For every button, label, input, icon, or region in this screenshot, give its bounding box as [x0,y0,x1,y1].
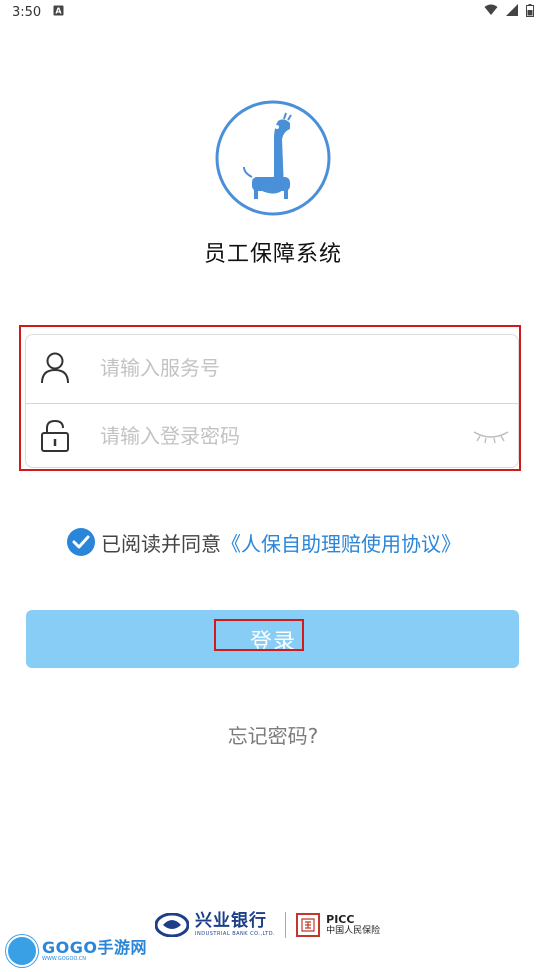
industrial-bank-name: 兴业银行 INDUSTRIAL BANK CO.,LTD. [195,913,275,937]
status-right [484,3,534,21]
watermark: GOGO手游网 WWW.GOGOO.CN [6,934,147,968]
username-field [26,335,518,401]
svg-text:A: A [56,6,63,15]
footer-logos: 兴业银行 INDUSTRIAL BANK CO.,LTD. PICC 中国人民保… [154,908,380,942]
giraffe-logo-icon [214,99,332,217]
agreement-text: 已阅读并同意 [101,531,221,556]
watermark-text-block: GOGO手游网 WWW.GOGOO.CN [42,940,147,962]
eye-closed-icon[interactable] [472,428,510,444]
picc-name-cn: 中国人民保险 [326,926,381,936]
picc-name-en: PICC [326,913,355,926]
a-box-icon: A [53,5,64,20]
agreement-link[interactable]: 《人保自助理赔使用协议》 [221,528,461,557]
watermark-sub: WWW.GOGOO.CN [42,956,87,962]
login-form [25,334,519,468]
agreement-checkbox[interactable] [66,527,96,557]
watermark-text: GOGO手游网 [42,938,147,957]
password-field [26,403,518,469]
user-icon [40,351,70,385]
status-left: 3:50 A [12,5,64,20]
status-time: 3:50 [12,4,42,20]
lock-icon [40,419,70,453]
battery-icon [526,3,534,21]
agreement-row: 已阅读并同意 《人保自助理赔使用协议》 [66,525,461,559]
service-number-input[interactable] [98,347,462,389]
picc-name: PICC 中国人民保险 [326,914,380,936]
picc-logo-icon [296,913,321,937]
watermark-badge-icon [6,935,38,967]
footer-divider [285,912,287,938]
signal-icon [506,4,518,20]
industrial-bank-logo-icon [154,912,190,938]
wifi-icon [484,4,498,20]
app-title: 员工保障系统 [203,242,342,267]
status-bar: 3:50 A [0,0,546,24]
login-highlight-frame [214,619,304,651]
bank-name-cn: 兴业银行 [195,911,267,931]
bank-name-en: INDUSTRIAL BANK CO.,LTD. [195,931,276,937]
password-input[interactable] [98,415,462,457]
forgot-password-link[interactable]: 忘记密码? [0,720,546,749]
